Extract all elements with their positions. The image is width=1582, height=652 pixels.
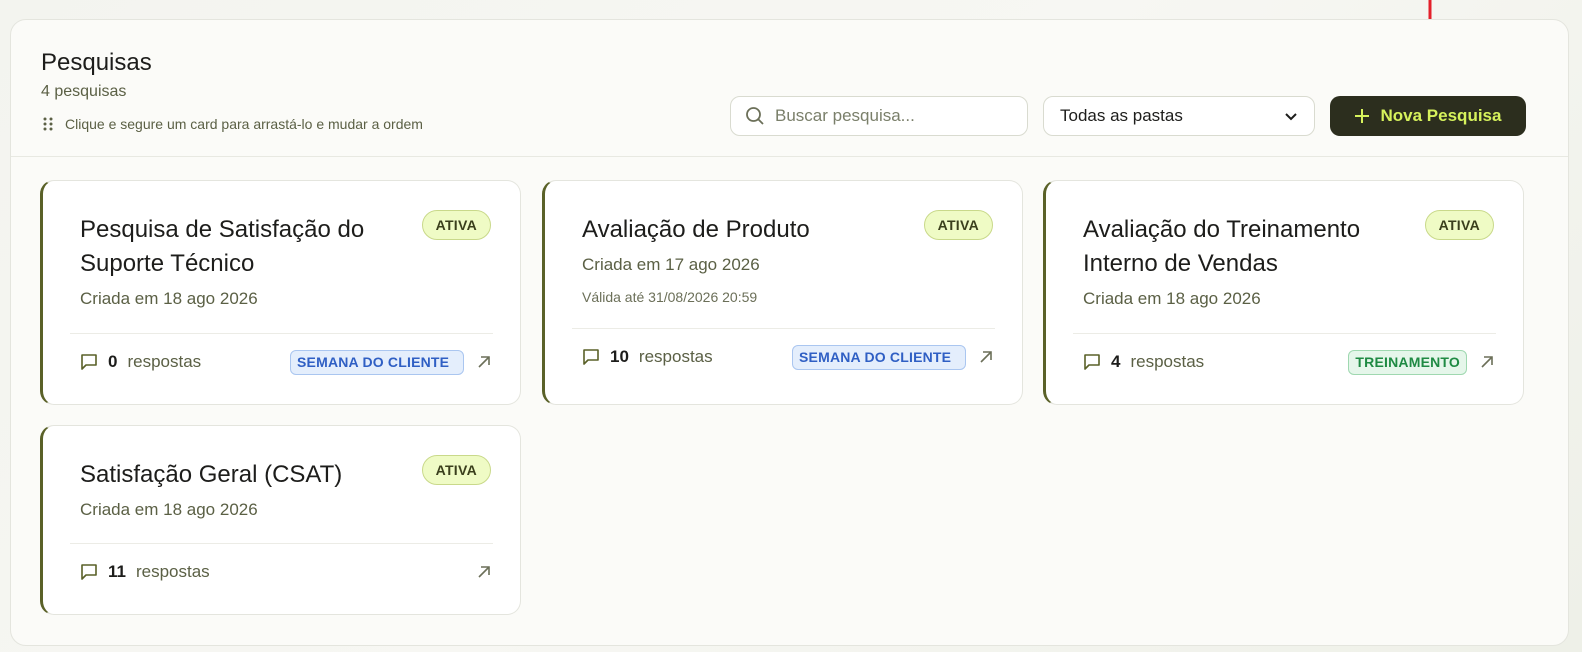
response-count: 11 [108,562,126,581]
created-date: Criada em 17 ago 2026 [582,255,760,274]
drag-hint: Clique e segure um card para arrastá-lo … [43,116,423,132]
search-box[interactable] [730,96,1028,136]
message-icon [582,348,600,366]
search-icon [745,106,765,126]
open-external-icon[interactable] [979,350,993,364]
response-count: 10 [610,347,629,366]
folder-tag[interactable]: TREINAMENTO [1348,349,1467,375]
message-icon [1083,353,1101,371]
survey-card[interactable]: Pesquisa de Satisfação do Suporte Técnic… [40,180,521,405]
card-divider [70,543,493,544]
folder-tag[interactable]: SEMANA DO CLIENTE [792,344,966,370]
message-icon [80,353,98,371]
folder-select-value: Todas as pastas [1060,106,1183,125]
status-badge: ATIVA [421,210,491,240]
created-date: Criada em 18 ago 2026 [80,289,258,308]
search-input[interactable] [775,106,1015,126]
card-footer: 4 respostas TREINAMENTO [1083,349,1494,375]
responses-label: respostas [127,352,202,371]
folder-tag[interactable]: SEMANA DO CLIENTE [290,349,464,375]
card-divider [1073,333,1496,334]
open-external-icon[interactable] [1480,355,1494,369]
survey-title: Satisfação Geral (CSAT) [80,461,343,488]
plus-icon [1354,109,1369,123]
card-footer: 11 respostas [80,560,491,584]
response-count: 4 [1111,352,1121,371]
response-count: 0 [108,352,118,371]
card-footer: 10 respostas SEMANA DO CLIENTE [582,344,993,370]
survey-card[interactable]: Satisfação Geral (CSAT) ATIVA Criada em … [40,425,521,615]
status-badge: ATIVA [1424,210,1494,240]
survey-card[interactable]: Avaliação do Treinamento Interno de Vend… [1043,180,1524,405]
survey-title: Pesquisa de Satisfação do Suporte Técnic… [80,216,365,277]
page-title: Pesquisas [41,49,152,76]
folder-select[interactable]: Todas as pastas [1043,96,1315,136]
chevron-down-icon [1284,112,1298,121]
status-badge: ATIVA [923,210,993,240]
responses-label: respostas [1130,352,1205,371]
created-date: Criada em 18 ago 2026 [80,500,258,519]
card-divider [70,333,493,334]
status-badge: ATIVA [421,455,491,485]
responses-label: respostas [638,347,713,366]
drag-handle-icon [43,117,55,131]
new-survey-button[interactable]: Nova Pesquisa [1330,96,1526,136]
panel-header: Pesquisas 4 pesquisas Clique e segure um… [11,20,1568,157]
folder-tag-text: SEMANA DO CLIENTE [799,349,952,365]
responses-label: respostas [135,562,210,581]
drag-hint-text: Clique e segure um card para arrastá-lo … [65,116,423,132]
folder-tag-text: SEMANA DO CLIENTE [297,354,450,370]
open-external-icon[interactable] [477,355,491,369]
survey-count: 4 pesquisas [41,83,127,100]
valid-until: Válida até 31/08/2026 20:59 [582,289,758,305]
card-footer: 0 respostas SEMANA DO CLIENTE [80,349,491,375]
survey-title: Avaliação do Treinamento Interno de Vend… [1083,216,1361,277]
survey-card[interactable]: Avaliação de Produto ATIVA Criada em 17 … [542,180,1023,405]
card-divider [572,328,995,329]
message-icon [80,563,98,581]
new-survey-label: Nova Pesquisa [1380,106,1502,125]
created-date: Criada em 18 ago 2026 [1083,289,1261,308]
survey-title: Avaliação de Produto [582,216,810,243]
open-external-icon[interactable] [477,565,491,579]
